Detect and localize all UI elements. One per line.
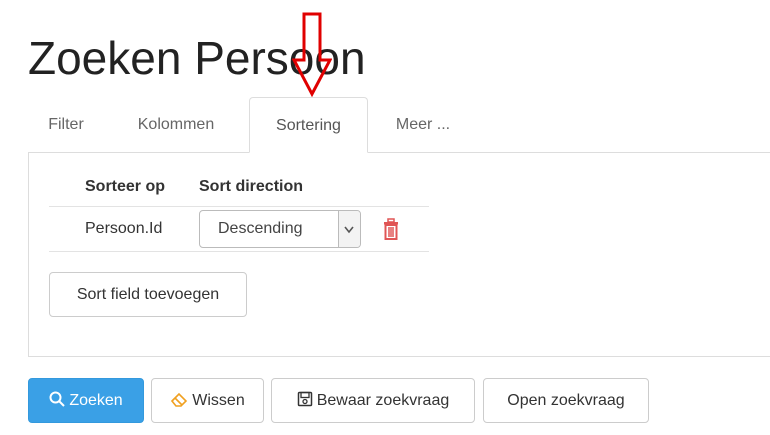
sort-field-value: Persoon.Id [85, 220, 163, 237]
tab-filter[interactable]: Filter [36, 97, 96, 152]
clear-button[interactable]: Wissen [151, 378, 264, 423]
sort-panel: Sorteer op Sort direction Persoon.Id Des… [28, 152, 770, 357]
open-query-button[interactable]: Open zoekvraag [483, 378, 649, 423]
save-icon [297, 391, 312, 407]
tab-bar: Filter Kolommen Sortering Meer ... [28, 97, 770, 153]
chevron-down-icon[interactable] [338, 211, 360, 247]
eraser-icon [171, 392, 188, 407]
annotation-arrow-icon [292, 12, 332, 98]
tab-kolommen[interactable]: Kolommen [120, 97, 232, 152]
search-button-label: Zoeken [69, 392, 123, 409]
trash-icon[interactable] [381, 218, 401, 240]
save-query-button[interactable]: Bewaar zoekvraag [271, 378, 475, 423]
header-sort-field: Sorteer op [85, 178, 166, 195]
add-sort-field-button[interactable]: Sort field toevoegen [49, 272, 247, 317]
tab-sortering[interactable]: Sortering [249, 97, 368, 153]
sort-direction-value: Descending [218, 220, 303, 237]
clear-button-label: Wissen [192, 392, 245, 409]
search-button[interactable]: Zoeken [28, 378, 144, 423]
header-sort-direction: Sort direction [199, 178, 304, 195]
search-icon [49, 391, 66, 407]
save-query-button-label: Bewaar zoekvraag [316, 392, 450, 409]
tab-meer[interactable]: Meer ... [383, 97, 463, 152]
table-row: Persoon.Id Descending [49, 206, 429, 252]
sort-direction-select[interactable]: Descending [199, 210, 361, 248]
